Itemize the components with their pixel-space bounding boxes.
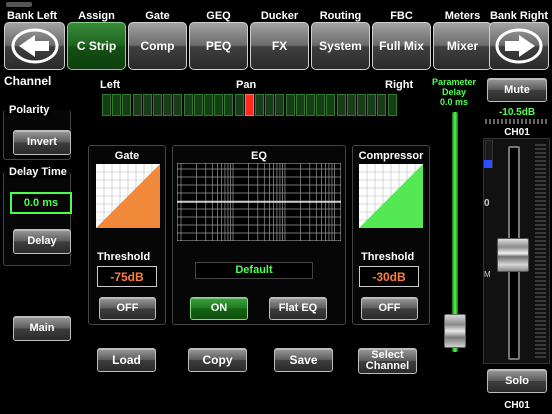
fader-scale-m: M bbox=[484, 270, 491, 279]
fader-level-readout: -10.5dB bbox=[498, 107, 536, 118]
bank-left-button[interactable] bbox=[4, 22, 65, 70]
pan-label: Pan bbox=[236, 79, 257, 91]
pan-segment bbox=[357, 94, 366, 116]
bank-right-label: Bank Right bbox=[489, 10, 549, 22]
save-button[interactable]: Save bbox=[274, 348, 333, 372]
gate-off-button[interactable]: OFF bbox=[99, 297, 156, 320]
polarity-label: Polarity bbox=[7, 104, 52, 116]
channel-title: Channel bbox=[4, 74, 52, 88]
fader-knob[interactable] bbox=[497, 238, 529, 272]
delay-time-label: Delay Time bbox=[7, 166, 69, 178]
fader-level-scale bbox=[485, 119, 548, 124]
pan-segment bbox=[346, 94, 356, 116]
compressor-title: Compressor bbox=[358, 150, 424, 162]
pan-left-label: Left bbox=[100, 79, 121, 91]
bank-left-label: Bank Left bbox=[6, 10, 58, 22]
pan-segment bbox=[163, 94, 173, 116]
arrow-right-icon bbox=[495, 28, 543, 64]
pan-segment bbox=[316, 94, 326, 116]
fader-bottom-name: CH01 bbox=[504, 400, 530, 411]
select-channel-button[interactable]: Select Channel bbox=[358, 348, 417, 374]
pan-segment bbox=[326, 94, 336, 116]
tab-button[interactable]: C Strip bbox=[67, 22, 126, 70]
eq-preset-display: Default bbox=[195, 262, 313, 279]
fader-meter bbox=[535, 144, 546, 360]
compressor-threshold-value[interactable]: -30dB bbox=[359, 266, 419, 287]
eq-graph bbox=[177, 163, 341, 241]
pan-segment bbox=[204, 94, 213, 116]
solo-button[interactable]: Solo bbox=[487, 369, 547, 393]
bank-right-button[interactable] bbox=[489, 22, 549, 70]
eq-on-button[interactable]: ON bbox=[190, 297, 248, 320]
pan-segment bbox=[295, 94, 305, 116]
eq-title: EQ bbox=[251, 150, 267, 162]
pan-right-label: Right bbox=[385, 79, 414, 91]
gate-threshold-label: Threshold bbox=[97, 251, 151, 263]
load-button[interactable]: Load bbox=[97, 348, 156, 372]
pan-segment bbox=[122, 94, 132, 116]
tab-button[interactable]: Comp bbox=[128, 22, 187, 70]
flat-eq-button[interactable]: Flat EQ bbox=[269, 297, 327, 320]
pan-segment bbox=[183, 94, 193, 116]
gate-threshold-value[interactable]: -75dB bbox=[97, 266, 157, 287]
pan-segment bbox=[387, 94, 397, 116]
fader-blue-marker bbox=[484, 160, 492, 168]
pan-segment bbox=[244, 94, 254, 116]
tab-top-label: FBC bbox=[390, 10, 413, 22]
pan-segment bbox=[336, 94, 346, 116]
pan-segment bbox=[285, 94, 295, 116]
tab-top-label: Gate bbox=[145, 10, 170, 22]
tab-button[interactable]: FX bbox=[250, 22, 309, 70]
delay-value-field[interactable]: 0.0 ms bbox=[10, 192, 72, 214]
gate-curve bbox=[96, 164, 160, 228]
pan-segment bbox=[265, 94, 275, 116]
pan-segment bbox=[275, 94, 285, 116]
compressor-threshold-label: Threshold bbox=[361, 251, 415, 263]
parameter-slider-thumb[interactable] bbox=[444, 313, 466, 348]
tab-button[interactable]: PEQ bbox=[189, 22, 248, 70]
tab-top-label: GEQ bbox=[206, 10, 231, 22]
pan-segment bbox=[142, 94, 152, 116]
pan-segment bbox=[153, 94, 162, 116]
main-button[interactable]: Main bbox=[13, 316, 71, 341]
parameter-value: 0.0 ms bbox=[439, 97, 469, 107]
tab-top-label: Meters bbox=[444, 10, 481, 22]
pan-segment bbox=[173, 94, 183, 116]
tab-top-label: Routing bbox=[319, 10, 362, 22]
mute-button[interactable]: Mute bbox=[487, 78, 547, 102]
pan-segment bbox=[367, 94, 377, 116]
fader-scale-zero: 0 bbox=[484, 198, 490, 209]
tab-button[interactable]: System bbox=[311, 22, 370, 70]
pan-segment bbox=[112, 94, 122, 116]
delay-button[interactable]: Delay bbox=[13, 229, 71, 254]
parameter-label-line2: Delay bbox=[441, 87, 467, 97]
gate-title: Gate bbox=[114, 150, 140, 162]
status-indicator bbox=[6, 2, 32, 7]
pan-segment bbox=[214, 94, 224, 116]
copy-button[interactable]: Copy bbox=[188, 348, 247, 372]
tab-button[interactable]: Full Mix bbox=[372, 22, 431, 70]
pan-segment bbox=[234, 94, 244, 116]
tab-top-label: Assign bbox=[78, 10, 115, 22]
pan-segment bbox=[102, 94, 111, 116]
compressor-off-button[interactable]: OFF bbox=[361, 297, 418, 320]
tab-button[interactable]: Mixer bbox=[433, 22, 492, 70]
invert-button[interactable]: Invert bbox=[13, 130, 71, 155]
pan-segment bbox=[377, 94, 387, 116]
pan-segment bbox=[132, 94, 142, 116]
pan-segment bbox=[224, 94, 234, 116]
compressor-curve bbox=[359, 164, 423, 228]
arrow-left-icon bbox=[11, 28, 58, 64]
pan-segment bbox=[306, 94, 315, 116]
pan-segment bbox=[255, 94, 264, 116]
tab-top-label: Ducker bbox=[260, 10, 299, 22]
parameter-label: Parameter Delay 0.0 ms bbox=[422, 77, 486, 107]
parameter-label-line1: Parameter bbox=[431, 77, 477, 87]
pan-segment bbox=[193, 94, 203, 116]
fader-channel-name: CH01 bbox=[504, 127, 530, 138]
